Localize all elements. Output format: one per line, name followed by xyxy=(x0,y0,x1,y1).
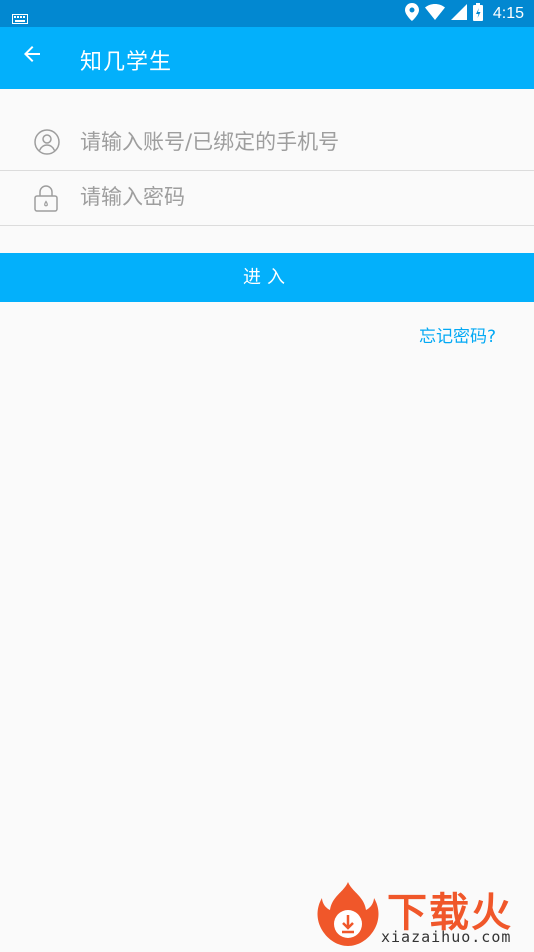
status-bar: 4:15 xyxy=(0,0,534,27)
battery-icon xyxy=(472,3,483,25)
user-circle-icon xyxy=(34,129,60,159)
flame-logo-icon xyxy=(315,880,381,952)
status-time: 4:15 xyxy=(492,5,524,22)
password-input[interactable] xyxy=(78,170,502,224)
account-field xyxy=(0,115,534,171)
account-input[interactable] xyxy=(78,115,502,169)
signal-icon xyxy=(450,4,467,24)
lock-icon xyxy=(34,184,58,216)
forgot-password-link[interactable]: 忘记密码? xyxy=(419,322,496,347)
watermark-domain: xiazaihuo.com xyxy=(381,928,512,946)
location-icon xyxy=(404,3,419,25)
wifi-icon xyxy=(424,4,445,24)
watermark: 下载火 xiazaihuo.com xyxy=(315,880,529,948)
page-title: 知几学生 xyxy=(80,50,173,75)
arrow-left-icon[interactable] xyxy=(20,42,44,66)
app-bar: 知几学生 xyxy=(0,27,534,89)
login-button[interactable]: 进入 xyxy=(0,253,534,302)
password-field xyxy=(0,170,534,226)
keyboard-icon xyxy=(12,9,28,28)
